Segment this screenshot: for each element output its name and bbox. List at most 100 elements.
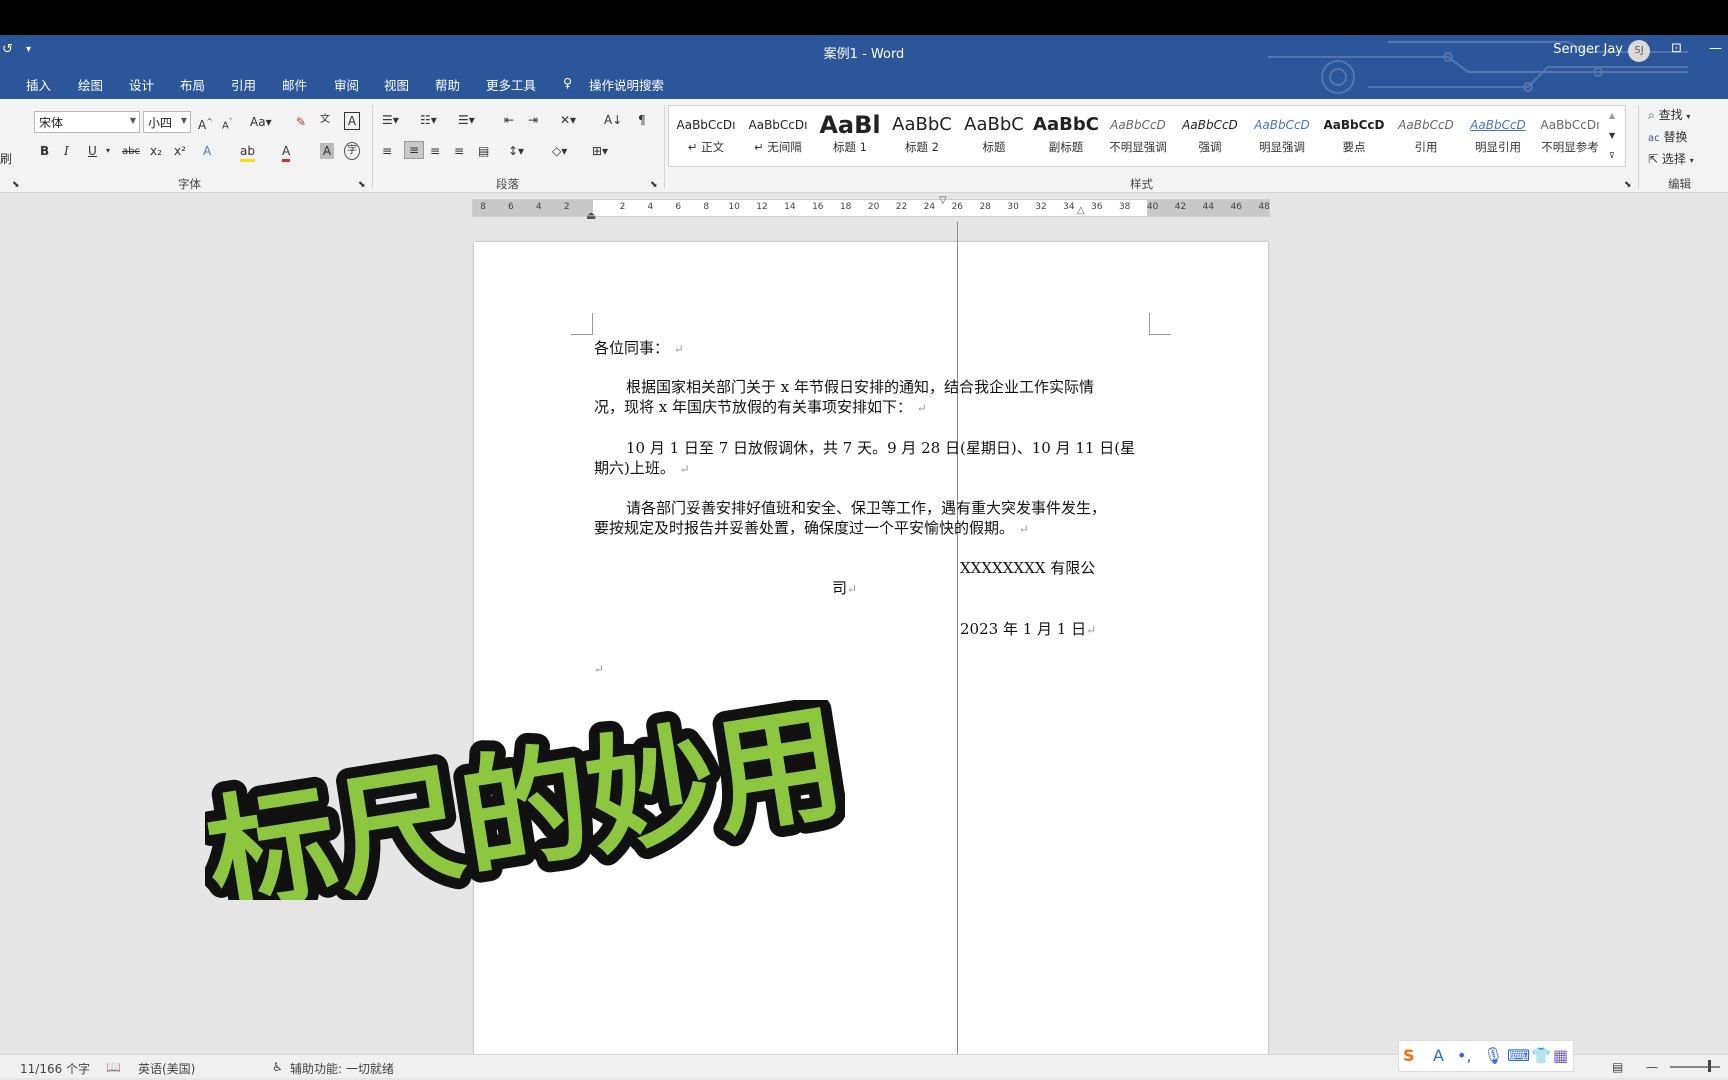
- styles-launcher-icon[interactable]: ⬊: [1624, 177, 1632, 193]
- language-mode-icon[interactable]: A: [1433, 1046, 1444, 1065]
- character-border-icon[interactable]: A: [344, 112, 360, 130]
- tab-review[interactable]: 审阅: [334, 75, 359, 94]
- doc-company[interactable]: 司↵: [832, 578, 857, 600]
- scroll-up-icon[interactable]: ▲: [1609, 108, 1615, 124]
- proofing-icon[interactable]: 📖: [106, 1060, 121, 1074]
- tab-design[interactable]: 设计: [129, 75, 154, 94]
- accessibility-icon[interactable]: ♿: [272, 1060, 283, 1074]
- document-page[interactable]: [474, 242, 1268, 1062]
- minimize-icon[interactable]: —: [1709, 41, 1722, 56]
- tab-view[interactable]: 视图: [384, 75, 409, 94]
- align-right-icon[interactable]: ≡: [430, 143, 440, 159]
- style-emphasis[interactable]: AaBbCcD 强调: [1175, 111, 1245, 163]
- italic-icon[interactable]: I: [64, 143, 69, 159]
- style-title[interactable]: AaBbC 标题: [959, 111, 1029, 163]
- lightbulb-icon[interactable]: ♀: [563, 75, 572, 90]
- doc-paragraph-2[interactable]: 期六)上班。 ↵: [594, 458, 690, 480]
- align-center-icon[interactable]: ≡: [404, 141, 424, 159]
- doc-company[interactable]: XXXXXXXX 有限公: [960, 558, 1095, 579]
- replace-button[interactable]: ac 替换: [1648, 128, 1687, 145]
- font-launcher-icon[interactable]: ⬊: [358, 177, 366, 193]
- bullets-icon[interactable]: ☰▾: [382, 112, 399, 128]
- tab-more-tools[interactable]: 更多工具: [486, 75, 536, 94]
- superscript-icon[interactable]: x²: [174, 143, 186, 159]
- chinese-layout-icon[interactable]: ✕▾: [560, 112, 576, 128]
- style-no-spacing[interactable]: AaBbCcDı ↵ 无间隔: [743, 111, 813, 163]
- language[interactable]: 英语(美国): [138, 1060, 195, 1077]
- clear-formatting-icon[interactable]: ✎: [296, 114, 306, 130]
- borders-icon[interactable]: ⊞▾: [592, 143, 608, 159]
- align-left-icon[interactable]: ≡: [382, 143, 392, 159]
- chevron-down-icon[interactable]: ▾: [106, 143, 110, 159]
- line-spacing-icon[interactable]: ↕▾: [508, 143, 524, 159]
- underline-icon[interactable]: U: [88, 143, 97, 159]
- tab-insert[interactable]: 插入: [26, 75, 51, 94]
- style-heading-2[interactable]: AaBbC 标题 2: [887, 111, 957, 163]
- select-button[interactable]: ⇱ 选择 ▾: [1648, 150, 1694, 167]
- enclose-characters-icon[interactable]: 字: [344, 142, 360, 160]
- decrease-indent-icon[interactable]: ⇤: [504, 112, 514, 128]
- bold-icon[interactable]: B: [40, 143, 49, 159]
- format-painter-icon[interactable]: 刷: [0, 151, 12, 167]
- horizontal-ruler[interactable]: 8 6 4 2 2 4 6 8 10 12 14 16 18 20 22 24 26 28 30 32 34 36 38 40…: [472, 195, 1270, 222]
- doc-paragraph-3[interactable]: 请各部门妥善安排好值班和安全、保卫等工作，遇有重大突发事件发生，: [626, 498, 1106, 519]
- find-button[interactable]: ⌕ 查找 ▾: [1648, 106, 1690, 123]
- tab-layout[interactable]: 布局: [180, 75, 205, 94]
- zoom-out-icon[interactable]: —: [1646, 1060, 1658, 1074]
- style-heading-1[interactable]: AaBl 标题 1: [815, 111, 885, 163]
- doc-paragraph-2[interactable]: 10 月 1 日至 7 日放假调休，共 7 天。9 月 28 日(星期日)、10…: [626, 438, 1135, 459]
- tab-help[interactable]: 帮助: [435, 75, 460, 94]
- paragraph-launcher-icon[interactable]: ⬊: [650, 177, 658, 193]
- doc-date[interactable]: 2023 年 1 月 1 日↵: [960, 619, 1096, 641]
- accessibility-status[interactable]: 辅助功能: 一切就绪: [290, 1060, 394, 1077]
- style-intense-emphasis[interactable]: AaBbCcD 明显强调: [1247, 111, 1317, 163]
- text-effects-icon[interactable]: A: [203, 143, 211, 159]
- punctuation-icon[interactable]: •,: [1457, 1046, 1472, 1065]
- tab-mailings[interactable]: 邮件: [282, 75, 307, 94]
- shading-icon[interactable]: ◇▾: [552, 143, 567, 159]
- character-shading-icon[interactable]: A: [320, 143, 334, 159]
- style-subtle-emphasis[interactable]: AaBbCcD 不明显强调: [1103, 111, 1173, 163]
- distributed-icon[interactable]: ▤: [478, 143, 489, 159]
- style-strong[interactable]: AaBbCcD 要点: [1319, 111, 1389, 163]
- skin-icon[interactable]: 👕: [1531, 1046, 1551, 1065]
- highlight-color-icon[interactable]: ab: [240, 143, 255, 162]
- multilevel-list-icon[interactable]: ☰▾: [458, 112, 475, 128]
- doc-paragraph-1[interactable]: 况，现将 x 年国庆节放假的有关事项安排如下： ↵: [594, 397, 927, 419]
- keyboard-icon[interactable]: ⌨: [1507, 1046, 1530, 1065]
- justify-icon[interactable]: ≡: [454, 143, 464, 159]
- scroll-down-icon[interactable]: ▼: [1609, 128, 1615, 144]
- tab-references[interactable]: 引用: [231, 75, 256, 94]
- change-case-icon[interactable]: Aa▾: [250, 114, 272, 130]
- right-indent-marker[interactable]: △: [1077, 203, 1085, 219]
- grow-font-icon[interactable]: A^: [198, 114, 213, 133]
- style-normal[interactable]: AaBbCcDı ↵ 正文: [671, 111, 741, 163]
- sort-icon[interactable]: A↓: [604, 112, 622, 128]
- strikethrough-icon[interactable]: abc: [122, 144, 140, 160]
- doc-greeting[interactable]: 各位同事： ↵: [594, 338, 684, 360]
- left-indent-marker[interactable]: ⏏: [586, 208, 596, 224]
- style-subtitle[interactable]: AaBbC 副标题: [1031, 111, 1101, 163]
- doc-paragraph-1[interactable]: 根据国家相关部门关于 x 年节假日安排的通知，结合我企业工作实际情: [626, 377, 1094, 398]
- microphone-icon[interactable]: 🎙: [1483, 1046, 1503, 1065]
- first-line-indent-marker[interactable]: ▽: [939, 193, 947, 209]
- doc-paragraph-3[interactable]: 要按规定及时报告并妥善处置，确保度过一个平安愉快的假期。 ↵: [594, 518, 1029, 540]
- zoom-slider[interactable]: [1670, 1066, 1720, 1068]
- style-intense-quote[interactable]: AaBbCcD 明显引用: [1463, 111, 1533, 163]
- web-layout-icon[interactable]: ▤: [1612, 1060, 1623, 1074]
- increase-indent-icon[interactable]: ⇥: [528, 112, 538, 128]
- zoom-slider-thumb[interactable]: [1708, 1060, 1711, 1072]
- numbering-icon[interactable]: ☷▾: [420, 112, 437, 128]
- style-quote[interactable]: AaBbCcD 引用: [1391, 111, 1461, 163]
- font-color-icon[interactable]: A: [282, 143, 291, 162]
- font-name-select[interactable]: 宋体 ▼: [34, 111, 140, 133]
- tab-draw[interactable]: 绘图: [78, 75, 103, 94]
- clipboard-launcher-icon[interactable]: ⬊: [12, 177, 20, 193]
- shrink-font-icon[interactable]: Aˇ: [222, 114, 232, 134]
- tell-me-search[interactable]: 操作说明搜索: [589, 75, 664, 94]
- show-marks-icon[interactable]: ¶: [638, 112, 646, 128]
- doc-empty-paragraph[interactable]: ↵: [594, 658, 604, 680]
- more-styles-icon[interactable]: ⊽: [1609, 148, 1615, 164]
- word-count[interactable]: 11/166 个字: [20, 1060, 90, 1077]
- phonetic-guide-icon[interactable]: 文: [320, 112, 330, 128]
